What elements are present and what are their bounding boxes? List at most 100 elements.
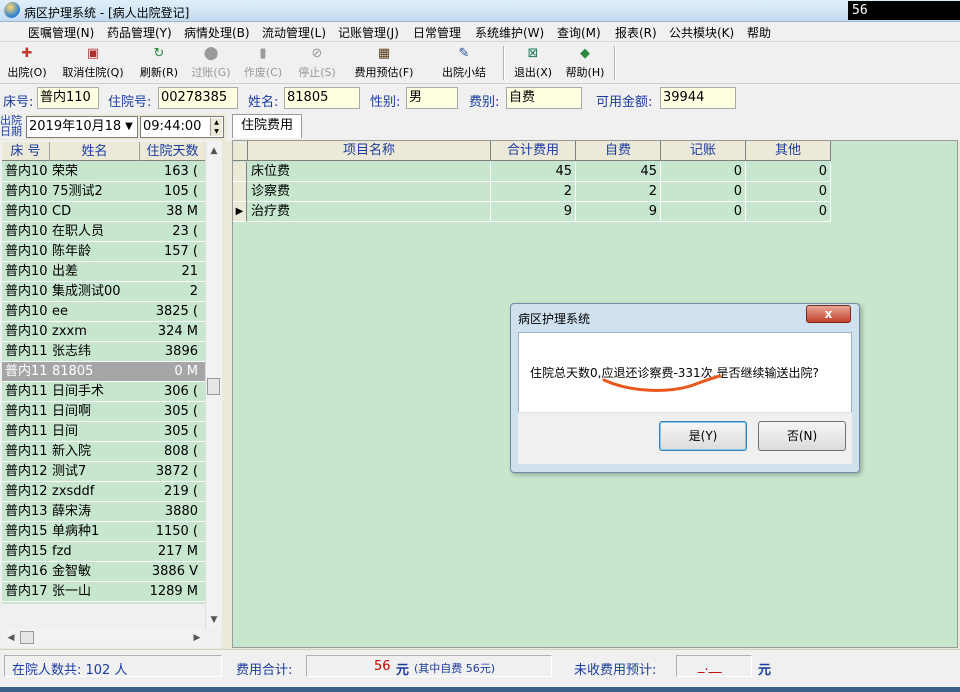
post-button[interactable]: ⬤ 过账(G) [188, 44, 234, 82]
discharge-button[interactable]: ✚ 出院(O) [4, 44, 50, 82]
col-name-header[interactable]: 姓名 [50, 142, 140, 161]
patient-list-header: 床 号 姓名 住院天数 [2, 142, 205, 161]
hscroll-thumb[interactable] [20, 631, 34, 644]
scroll-right-icon[interactable]: ▶ [189, 630, 205, 646]
menu-query[interactable]: 查询(M) [557, 24, 601, 41]
list-item[interactable]: 普内10 zxxm 324 M [2, 322, 205, 342]
discharge-summary-button[interactable]: ✎ 出院小结 [436, 44, 492, 82]
table-row[interactable]: 诊察费 2 2 0 0 [233, 182, 831, 202]
list-item[interactable]: 普内11 日间啊 305 ( [2, 402, 205, 422]
toolbar-separator-end [614, 46, 616, 80]
stop-button[interactable]: ⊘ 停止(S) [294, 44, 340, 82]
bed-field[interactable]: 普内110 [37, 87, 99, 109]
list-item[interactable]: 普内10 75测试2 105 ( [2, 182, 205, 202]
menu-orders[interactable]: 医嘱管理(N) [28, 24, 94, 41]
refresh-button[interactable]: ↻ 刷新(R) [136, 44, 182, 82]
discharge-time-picker[interactable]: 09:44:00 ▲ ▼ [140, 116, 224, 138]
list-item[interactable]: 普内15 fzd 217 M [2, 542, 205, 562]
col-total-header[interactable]: 合计费用 [491, 141, 576, 161]
table-row[interactable]: 床位费 45 45 0 0 [233, 162, 831, 182]
patient-bed: 普内11 [5, 404, 48, 419]
list-item[interactable]: 普内12 测试7 3872 ( [2, 462, 205, 482]
patient-bed: 普内10 [5, 224, 48, 239]
list-item[interactable]: 普内11 张志纬 3896 [2, 342, 205, 362]
patient-days: 1289 M [149, 584, 198, 599]
stop-icon: ⊘ [311, 46, 323, 61]
list-item[interactable]: 普内10 CD 38 M [2, 202, 205, 222]
col-other-header[interactable]: 其他 [746, 141, 831, 161]
cancel-admission-button[interactable]: ▣ 取消住院(Q) [58, 44, 128, 82]
col-item-header[interactable]: 项目名称 [248, 141, 491, 161]
taskbar-strip [0, 687, 960, 692]
close-icon: x [824, 307, 833, 321]
void-button[interactable]: ▮ 作废(C) [240, 44, 286, 82]
help-button[interactable]: ◆ 帮助(H) [562, 44, 608, 82]
menu-accounting[interactable]: 记账管理(J) [338, 24, 399, 41]
menu-system[interactable]: 系统维护(W) [475, 24, 544, 41]
list-item[interactable]: 普内11 日间 305 ( [2, 422, 205, 442]
list-item[interactable]: 普内17 张一山 1289 M [2, 582, 205, 602]
list-item[interactable]: 普内11 81805 0 M [2, 362, 205, 382]
patient-name: 张志纬 [52, 344, 92, 359]
list-item[interactable]: 普内10 在职人员 23 ( [2, 222, 205, 242]
name-field[interactable]: 81805 [284, 87, 360, 109]
scroll-down-icon[interactable]: ▼ [206, 612, 222, 628]
available-amount-field[interactable]: 39944 [660, 87, 736, 109]
menu-flow[interactable]: 流动管理(L) [262, 24, 326, 41]
vscroll-thumb[interactable] [207, 378, 220, 395]
menu-public[interactable]: 公共模块(K) [669, 24, 734, 41]
col-account-header[interactable]: 记账 [661, 141, 746, 161]
list-item[interactable]: 普内10 ee 3825 ( [2, 302, 205, 322]
fee-type-field[interactable]: 自费 [506, 87, 582, 109]
list-item[interactable]: 普内11 日间手术 306 ( [2, 382, 205, 402]
list-item[interactable]: 普内10 荣荣 163 ( [2, 162, 205, 182]
list-item[interactable]: 普内11 新入院 808 ( [2, 442, 205, 462]
chevron-down-icon[interactable]: ▼ [122, 118, 136, 136]
list-item[interactable]: 普内16 金智敏 3886 V [2, 562, 205, 582]
calculator-icon: ▦ [377, 46, 391, 61]
patient-bed: 普内10 [5, 164, 48, 179]
exit-button[interactable]: ⊠ 退出(X) [510, 44, 556, 82]
tab-hospital-fees[interactable]: 住院费用 [232, 114, 302, 138]
scroll-up-icon[interactable]: ▲ [206, 143, 222, 159]
patient-name: 金智敏 [52, 564, 92, 579]
col-days-header[interactable]: 住院天数 [140, 142, 205, 161]
table-row[interactable]: ▶ 治疗费 9 9 0 0 [233, 202, 831, 222]
tab-bar [226, 114, 960, 141]
list-item[interactable]: 普内12 zxsddf 219 ( [2, 482, 205, 502]
bed-label: 床号: [3, 95, 34, 110]
admission-no-field[interactable]: 00278385 [158, 87, 238, 109]
menu-drugs[interactable]: 药品管理(Y) [107, 24, 172, 41]
fee-estimate-label: 费用预估(F) [354, 66, 414, 79]
inpatient-count: 在院人数共: 102 人 [12, 663, 128, 678]
trash-icon: ▮ [259, 46, 267, 61]
menu-reports[interactable]: 报表(R) [615, 24, 657, 41]
menu-condition[interactable]: 病情处理(B) [184, 24, 250, 41]
patient-days: 1150 ( [155, 524, 198, 539]
col-self-header[interactable]: 自费 [576, 141, 661, 161]
menu-help[interactable]: 帮助 [747, 24, 771, 41]
yes-button[interactable]: 是(Y) [659, 421, 747, 451]
fee-estimate-button[interactable]: ▦ 费用预估(F) [348, 44, 420, 82]
menu-daily[interactable]: 日常管理 [413, 24, 461, 41]
list-item[interactable]: 普内15 单病种1 1150 ( [2, 522, 205, 542]
fee-account-cell: 0 [661, 162, 746, 182]
close-button[interactable]: x [806, 305, 851, 323]
patient-name: 75测试2 [52, 184, 103, 199]
window-title: 病区护理系统 - [病人出院登记] [24, 6, 190, 20]
fee-self-cell: 45 [576, 162, 661, 182]
no-button[interactable]: 否(N) [758, 421, 846, 451]
spinner-icon[interactable]: ▲ ▼ [210, 118, 222, 136]
list-item[interactable]: 普内10 陈年龄 157 ( [2, 242, 205, 262]
discharge-date-picker[interactable]: 2019年10月18 ▼ [26, 116, 138, 138]
col-bed-header[interactable]: 床 号 [2, 142, 50, 161]
patient-days: 219 ( [163, 484, 198, 499]
patient-bed: 普内17 [5, 584, 48, 599]
list-item[interactable]: 普内13 薛宋涛 3880 [2, 502, 205, 522]
list-item[interactable]: 普内10 出差 21 [2, 262, 205, 282]
patient-bed: 普内13 [5, 504, 48, 519]
scroll-left-icon[interactable]: ◀ [3, 630, 19, 646]
gender-field[interactable]: 男 [406, 87, 458, 109]
list-item[interactable]: 普内10 集成测试00 2 [2, 282, 205, 302]
menu-app-icon[interactable] [5, 2, 20, 17]
